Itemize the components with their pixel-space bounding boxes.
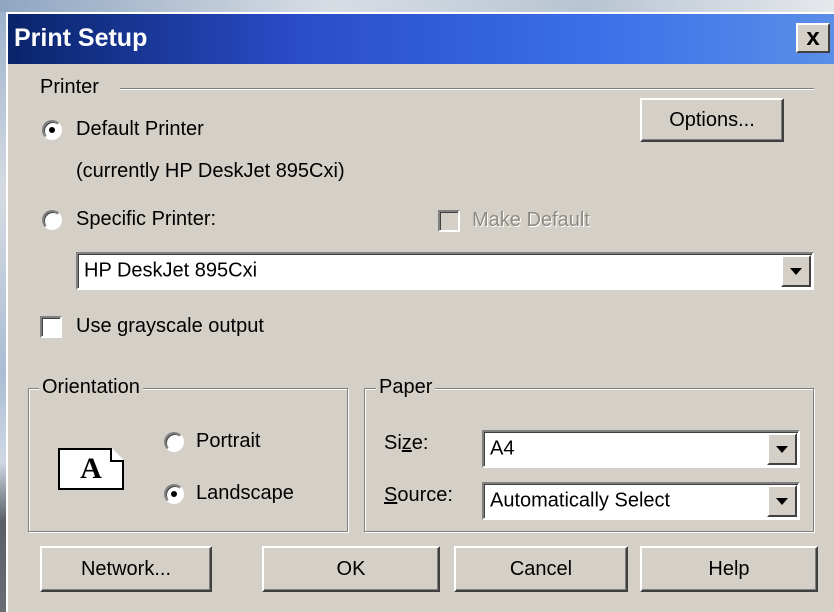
paper-size-value: A4 [490, 437, 515, 460]
size-label-part: e: [411, 432, 429, 454]
ok-button-label: OK [336, 557, 366, 580]
default-printer-label[interactable]: Default Printer [76, 118, 204, 141]
orientation-icon-letter: A [80, 452, 102, 485]
background-strip-top [0, 0, 834, 12]
source-label: Source: [384, 484, 453, 507]
ok-button[interactable]: OK [262, 546, 440, 592]
dialog-title: Print Setup [14, 24, 148, 52]
chevron-down-icon[interactable] [767, 433, 797, 465]
portrait-radio[interactable] [164, 432, 184, 452]
options-button-label: Options... [669, 108, 755, 131]
chevron-down-icon[interactable] [781, 255, 811, 287]
landscape-label[interactable]: Landscape [196, 482, 294, 505]
paper-source-value: Automatically Select [490, 489, 671, 512]
portrait-label[interactable]: Portrait [196, 430, 260, 453]
help-button-label: Help [708, 557, 750, 580]
grayscale-label[interactable]: Use grayscale output [76, 315, 264, 338]
default-printer-radio[interactable] [42, 120, 62, 140]
paper-size-select[interactable]: A4 [482, 430, 800, 468]
size-label: Size: [384, 432, 428, 455]
current-printer-note: (currently HP DeskJet 895Cxi) [76, 160, 345, 182]
network-button[interactable]: Network... [40, 546, 212, 592]
source-label-accesskey: S [384, 484, 398, 506]
paper-group-label: Paper [376, 376, 436, 399]
cancel-button-label: Cancel [509, 557, 573, 580]
size-label-part: Si [384, 432, 402, 454]
specific-printer-label[interactable]: Specific Printer: [76, 208, 216, 231]
printer-select[interactable]: HP DeskJet 895Cxi [76, 252, 814, 290]
paper-source-select[interactable]: Automatically Select [482, 482, 800, 520]
make-default-label: Make Default [472, 209, 590, 231]
orientation-group-label: Orientation [39, 376, 143, 399]
help-button[interactable]: Help [640, 546, 818, 592]
landscape-radio[interactable] [164, 484, 184, 504]
printer-select-value: HP DeskJet 895Cxi [84, 259, 258, 282]
network-button-label: Network... [80, 557, 172, 580]
make-default-checkbox[interactable] [438, 210, 460, 232]
printer-section-divider [120, 88, 814, 90]
printer-section-label: Printer [40, 76, 99, 98]
grayscale-checkbox[interactable] [40, 316, 62, 338]
options-button[interactable]: Options... [640, 98, 784, 142]
print-setup-dialog: Print Setup x Printer Default Printer Op… [6, 12, 834, 612]
title-bar[interactable]: Print Setup x [8, 14, 834, 64]
chevron-down-icon[interactable] [767, 485, 797, 517]
specific-printer-radio[interactable] [42, 210, 62, 230]
size-label-accesskey: z [401, 432, 412, 454]
landscape-page-icon: A [58, 448, 124, 490]
cancel-button[interactable]: Cancel [454, 546, 628, 592]
source-label-part: ource: [397, 484, 453, 506]
close-button[interactable]: x [796, 23, 830, 53]
close-icon: x [806, 24, 820, 51]
